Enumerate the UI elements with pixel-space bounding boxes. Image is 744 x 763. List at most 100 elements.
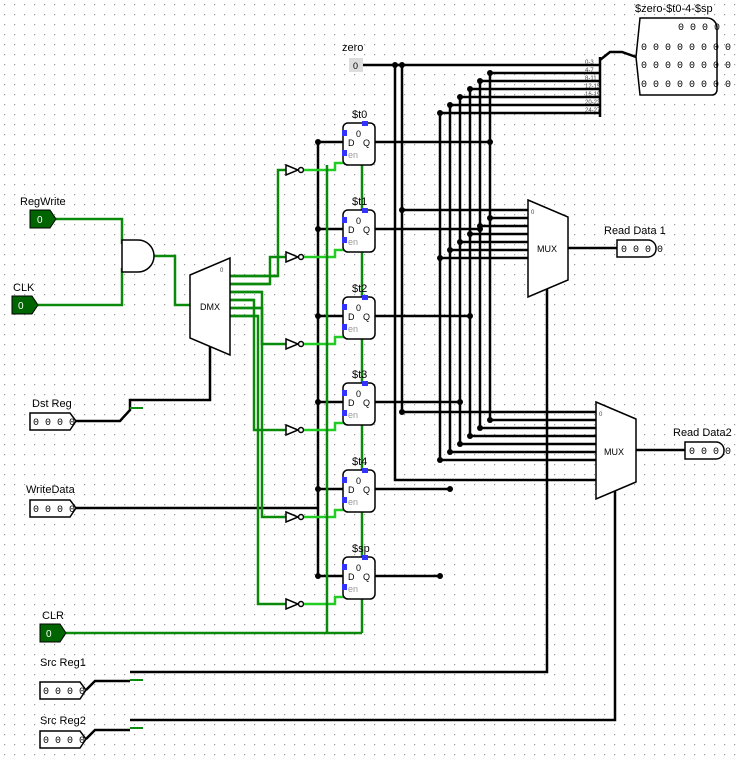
- splitter-bit-label: 12-15: [585, 84, 601, 90]
- read-data-1-label: Read Data 1: [604, 225, 666, 237]
- register-en-port: en: [348, 410, 358, 420]
- mux-1-label: MUX: [537, 244, 557, 254]
- register-value: 0: [356, 563, 361, 573]
- write-data-value: 0 0 0 0: [33, 505, 75, 516]
- read-data-2-value: 0 0 0 0: [689, 447, 731, 458]
- register-d-port: D: [348, 225, 355, 235]
- write-data-label: WriteData: [26, 484, 76, 496]
- read-data-1-value: 0 0 0 0: [621, 245, 663, 256]
- probe-row: 0 0 0 0 0 0 0 0: [641, 61, 731, 72]
- grid-background: [0, 0, 744, 763]
- port: [342, 584, 347, 590]
- wire-junction: [447, 102, 453, 108]
- not-gate-bubble: [297, 426, 305, 434]
- clr-label: CLR: [42, 610, 64, 622]
- wire-junction: [437, 255, 443, 261]
- port: [342, 150, 347, 156]
- wire-junction: [437, 457, 443, 463]
- port: [342, 130, 347, 136]
- register-label: $t2: [352, 283, 367, 295]
- wire-junction: [457, 441, 463, 447]
- wire-junction: [487, 139, 493, 145]
- splitter-bit-label: 20-23: [585, 100, 601, 106]
- port: [342, 410, 347, 416]
- mux-2[interactable]: MUX 0: [595, 400, 637, 501]
- not-gate-bubble: [297, 513, 305, 521]
- register-label: $sp: [352, 543, 370, 555]
- regwrite-pin-body[interactable]: [29, 209, 57, 229]
- port: [342, 497, 347, 503]
- regwrite-label: RegWrite: [20, 196, 66, 208]
- port: [362, 121, 368, 126]
- register-q-port: Q: [363, 225, 370, 235]
- zero-label: zero: [342, 42, 363, 54]
- port: [362, 381, 368, 386]
- demux[interactable]: DMX 0: [189, 256, 231, 357]
- wire-junction: [399, 207, 405, 213]
- register-q-port: Q: [363, 572, 370, 582]
- wire-junction: [399, 409, 405, 415]
- zero-value: 0: [353, 61, 358, 71]
- wire-junction: [447, 247, 453, 253]
- read-data-2-label: Read Data2: [673, 427, 732, 439]
- port: [362, 555, 368, 560]
- register-q-port: Q: [363, 138, 370, 148]
- dst-reg-pin[interactable]: Dst Reg 0 0 0 0: [29, 398, 77, 431]
- wire-junction: [487, 70, 493, 76]
- src-reg1-label: Src Reg1: [40, 657, 86, 669]
- wire-junction: [467, 433, 473, 439]
- wire-junction: [315, 573, 321, 579]
- wire-junction: [447, 486, 453, 492]
- register-en-port: en: [348, 584, 358, 594]
- register-en-port: en: [348, 237, 358, 247]
- not-gate-bubble: [297, 253, 305, 261]
- wire-junction: [477, 425, 483, 431]
- wire-junction: [477, 78, 483, 84]
- circuit-canvas[interactable]: RegWrite 0 CLK 0 CLR 0 Dst Reg 0 0 0 0 W…: [0, 0, 744, 763]
- probe-row: 0 0 0 0 0 0 0 0: [641, 80, 731, 91]
- wire-junction: [315, 139, 321, 145]
- wire-junction: [487, 215, 493, 221]
- splitter-bit-label: 4-7: [585, 68, 594, 74]
- clk-pin-body[interactable]: [11, 295, 39, 315]
- clr-value: 0: [46, 629, 52, 640]
- wire-junction: [467, 86, 473, 92]
- register-d-port: D: [348, 572, 355, 582]
- register-q-port: Q: [363, 312, 370, 322]
- register-d-port: D: [348, 485, 355, 495]
- demux-label: DMX: [200, 302, 220, 312]
- and-gate[interactable]: [121, 239, 155, 273]
- register-label: $t1: [352, 196, 367, 208]
- splitter-bit-label: 8-11: [585, 76, 597, 82]
- wire-junction: [457, 94, 463, 100]
- mux-1[interactable]: MUX 0: [527, 198, 569, 299]
- clr-pin-body[interactable]: [39, 623, 67, 643]
- mux-2-label: MUX: [604, 447, 624, 457]
- register-d-port: D: [348, 398, 355, 408]
- wire-junction: [447, 449, 453, 455]
- wire-junction: [457, 239, 463, 245]
- wire-junction: [315, 226, 321, 232]
- not-gate-bubble: [297, 340, 305, 348]
- register-value: 0: [356, 389, 361, 399]
- src-reg2-label: Src Reg2: [40, 715, 86, 727]
- port: [342, 304, 347, 310]
- port: [342, 477, 347, 483]
- not-gate-bubble: [297, 600, 305, 608]
- register-d-port: D: [348, 138, 355, 148]
- port: [362, 208, 368, 213]
- write-data-pin[interactable]: WriteData 0 0 0 0: [26, 484, 77, 518]
- wire-junction: [467, 313, 473, 319]
- not-gate-bubble: [297, 166, 305, 174]
- splitter-bit-label: 0-3: [585, 60, 594, 66]
- register-q-port: Q: [363, 485, 370, 495]
- splitter-bit-label: 24-27: [585, 108, 601, 114]
- regwrite-value: 0: [37, 215, 43, 226]
- register-en-port: en: [348, 150, 358, 160]
- src-reg2-pin[interactable]: Src Reg2 0 0 0 0: [39, 715, 87, 749]
- probe-row: 0 0 0 0: [678, 23, 720, 34]
- dst-reg-value: 0 0 0 0: [33, 418, 75, 429]
- wire-junction: [315, 399, 321, 405]
- dst-reg-label: Dst Reg: [32, 398, 72, 410]
- port: [342, 564, 347, 570]
